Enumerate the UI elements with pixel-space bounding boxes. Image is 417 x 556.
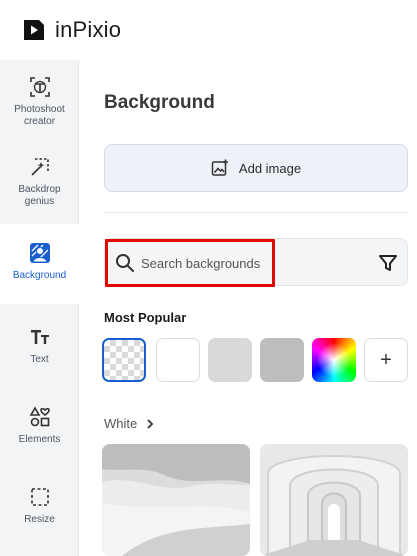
- arched-hallway-image: [260, 444, 408, 556]
- desert-dunes-image: [102, 444, 250, 556]
- resize-icon: [29, 486, 51, 508]
- text-icon: [29, 326, 51, 348]
- sidebar-item-label: Text: [30, 354, 49, 365]
- sidebar-item-label: Backdrop genius: [18, 184, 61, 207]
- app-logo[interactable]: inPixio: [22, 17, 121, 43]
- inpixio-logo-icon: [24, 20, 44, 40]
- background-icon: [29, 242, 51, 264]
- add-image-icon: [211, 159, 229, 177]
- backdrop-genius-icon: [29, 156, 51, 178]
- color-picker-swatch[interactable]: [312, 338, 356, 382]
- search-highlight-box: [105, 239, 275, 287]
- sidebar-item-text[interactable]: Text: [0, 326, 79, 406]
- background-panel: Background Add image Most Popular: [80, 60, 417, 556]
- swatch-white[interactable]: [156, 338, 200, 382]
- sidebar-item-label: Elements: [18, 434, 61, 445]
- sidebar-item-label: Background: [12, 270, 67, 281]
- sidebar-item-resize[interactable]: Resize: [0, 486, 79, 556]
- divider: [104, 212, 408, 213]
- add-image-label: Add image: [238, 160, 302, 176]
- panel-title: Background: [104, 92, 215, 113]
- swatch-gray[interactable]: [260, 338, 304, 382]
- search-bar: [104, 238, 408, 287]
- add-image-button[interactable]: Add image: [104, 144, 408, 192]
- thumbnail-white-arched-hallway[interactable]: [260, 444, 408, 556]
- category-label: White: [104, 416, 138, 431]
- chevron-right-icon: [147, 418, 154, 429]
- sidebar-item-background[interactable]: Background: [0, 224, 79, 304]
- app-name: inPixio: [55, 17, 122, 42]
- elements-icon: [29, 406, 51, 428]
- swatch-transparent[interactable]: [102, 338, 146, 382]
- swatch-light-gray[interactable]: [208, 338, 252, 382]
- photoshoot-icon: [29, 76, 51, 98]
- sidebar-item-elements[interactable]: Elements: [0, 406, 79, 486]
- top-bar: inPixio: [0, 0, 417, 60]
- sidebar-item-photoshoot-creator[interactable]: Photoshoot creator: [0, 76, 79, 156]
- tool-sidebar: Photoshoot creator Backdrop genius Backg…: [0, 60, 79, 556]
- sidebar-item-label: Photoshoot creator: [14, 104, 65, 127]
- plus-icon: +: [380, 348, 392, 371]
- thumbnail-white-desert-dunes[interactable]: [102, 444, 250, 556]
- category-white-link[interactable]: White: [104, 416, 155, 431]
- sidebar-item-label: Resize: [24, 514, 55, 525]
- add-color-button[interactable]: +: [364, 338, 408, 382]
- most-popular-heading: Most Popular: [104, 310, 187, 325]
- filter-icon[interactable]: [377, 252, 399, 274]
